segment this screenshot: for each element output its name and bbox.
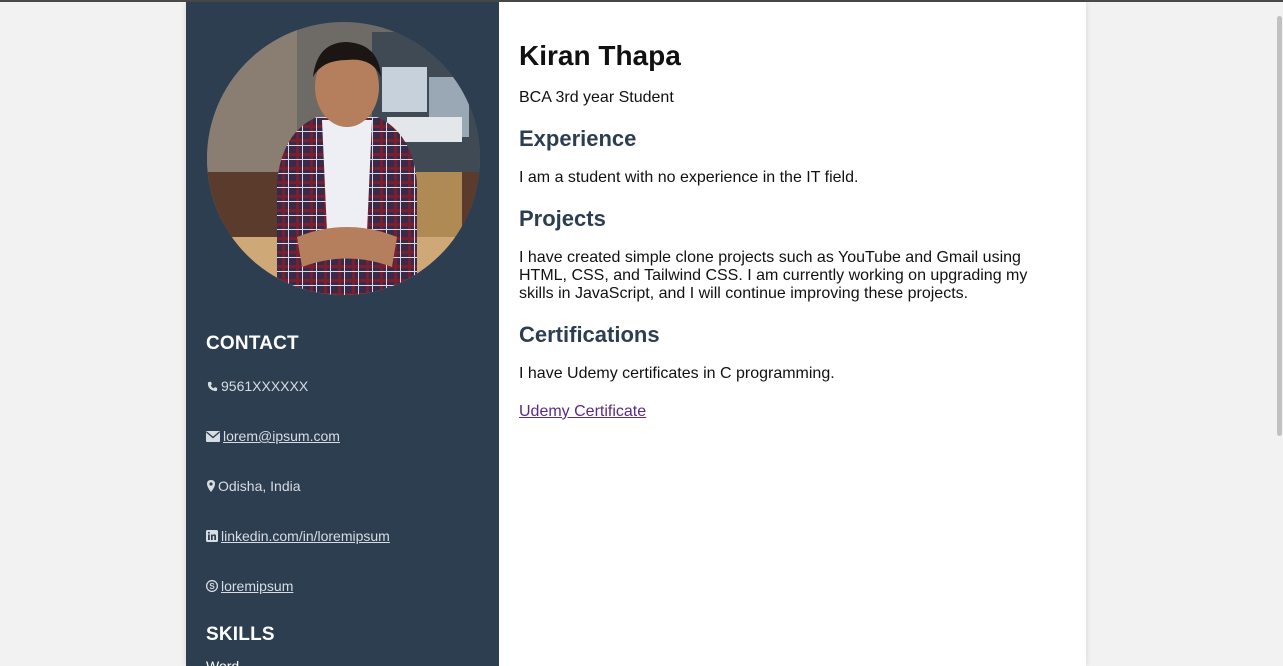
resume-page: CONTACT 9561XXXXXX lorem@ipsum.com Odish… (186, 2, 1086, 666)
profile-name: Kiran Thapa (519, 40, 681, 71)
linkedin-link[interactable]: linkedin.com/in/loremipsum (221, 528, 390, 544)
sidebar: CONTACT 9561XXXXXX lorem@ipsum.com Odish… (186, 2, 499, 666)
linkedin-icon (206, 530, 218, 542)
skills-heading: SKILLS (206, 624, 275, 645)
skype-icon: S (206, 580, 218, 592)
contact-location: Odisha, India (206, 478, 301, 494)
location-text: Odisha, India (218, 478, 301, 494)
contact-phone: 9561XXXXXX (206, 378, 308, 394)
skill-item: Word (206, 658, 436, 666)
projects-heading: Projects (519, 206, 606, 231)
scrollbar-thumb[interactable] (1277, 16, 1282, 436)
skype-link[interactable]: loremipsum (221, 578, 293, 594)
profile-title: BCA 3rd year Student (519, 89, 674, 106)
projects-text: I have created simple clone projects suc… (519, 249, 1028, 302)
contact-skype: S loremipsum (206, 578, 293, 594)
certifications-heading: Certifications (519, 322, 660, 347)
profile-photo (207, 22, 480, 295)
contact-linkedin: linkedin.com/in/loremipsum (206, 528, 390, 544)
svg-text:S: S (209, 582, 215, 591)
map-marker-icon (206, 480, 215, 492)
udemy-certificate-link[interactable]: Udemy Certificate (519, 403, 646, 421)
experience-heading: Experience (519, 126, 637, 151)
contact-heading: CONTACT (206, 333, 299, 354)
page-scrollbar[interactable] (1276, 2, 1283, 666)
skill-label: Word (206, 658, 240, 666)
phone-number: 9561XXXXXX (221, 378, 309, 394)
envelope-icon (206, 430, 220, 442)
email-link[interactable]: lorem@ipsum.com (223, 428, 340, 444)
experience-text: I am a student with no experience in the… (519, 169, 859, 186)
contact-email: lorem@ipsum.com (206, 428, 340, 444)
phone-icon (206, 380, 218, 392)
certifications-text: I have Udemy certificates in C programmi… (519, 365, 835, 382)
